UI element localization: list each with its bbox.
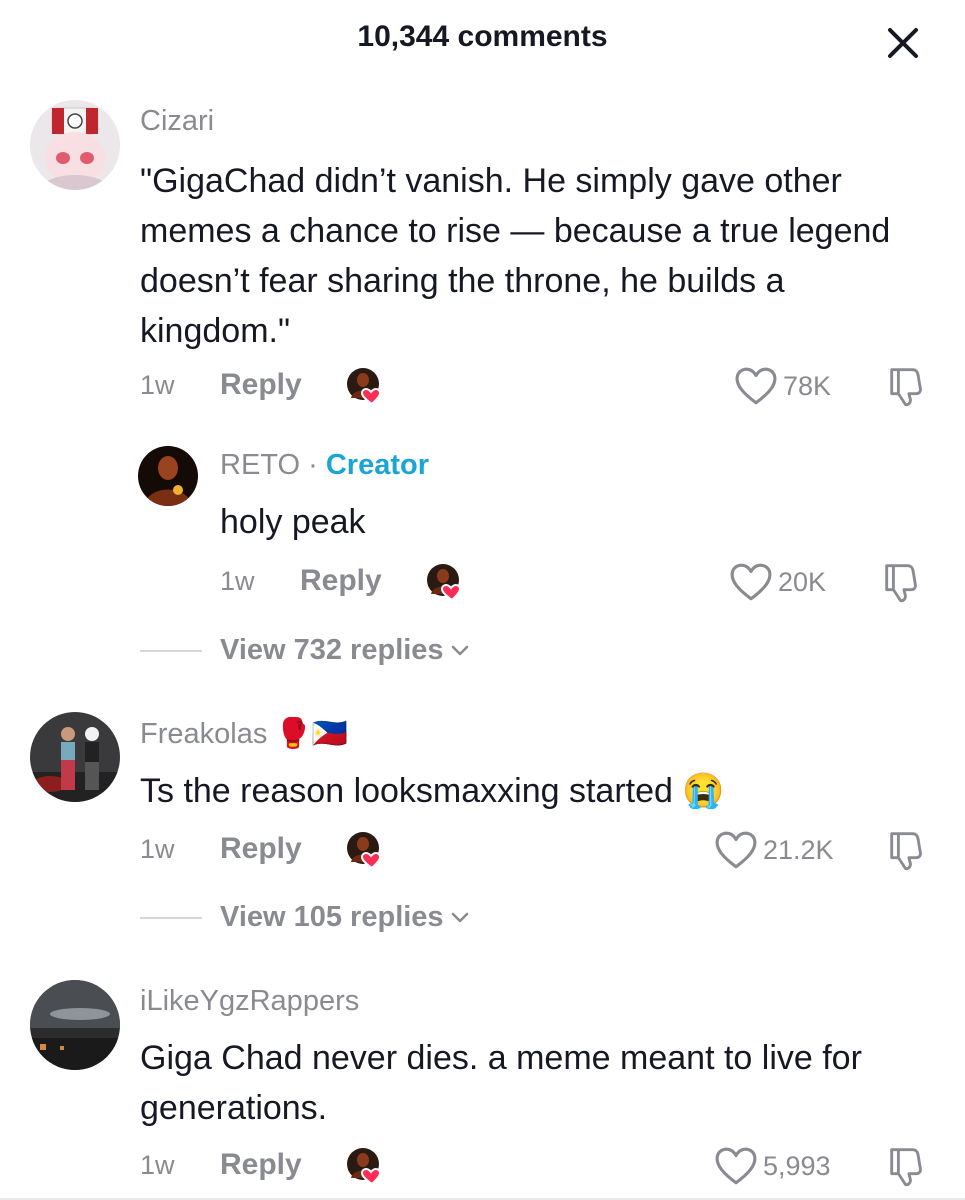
view-replies-button[interactable]: View 105 replies [140, 901, 470, 934]
reply-username[interactable]: RETO [220, 449, 300, 481]
like-count: 21.2K [763, 834, 834, 865]
like-button[interactable]: 78K [735, 366, 831, 406]
reply-button[interactable]: Reply [220, 1148, 302, 1182]
like-count: 5,993 [763, 1150, 831, 1181]
divider [140, 649, 202, 652]
comment-text: Giga Chad never dies. a meme meant to li… [140, 1039, 862, 1127]
comment-username[interactable]: Freakolas [140, 718, 267, 750]
dislike-icon[interactable] [885, 364, 929, 408]
heart-icon [715, 1147, 757, 1185]
avatar-image [30, 100, 120, 190]
view-replies-button[interactable]: View 732 replies [140, 634, 470, 667]
reply-button[interactable]: Reply [220, 832, 302, 866]
like-count: 20K [778, 566, 827, 597]
username-emojis: 🥊🇵🇭 [275, 718, 348, 750]
dislike-icon[interactable] [880, 560, 924, 604]
heart-icon [735, 367, 777, 405]
avatar-freakolas[interactable] [30, 712, 120, 802]
close-icon [888, 28, 918, 58]
avatar-image [138, 446, 198, 506]
like-count: 78K [783, 370, 832, 401]
liked-by-creator-icon [346, 831, 381, 869]
avatar-image [30, 712, 120, 802]
comment-username[interactable]: iLikeYgzRappers [140, 985, 359, 1018]
like-button[interactable]: 21.2K [715, 830, 834, 870]
divider [140, 916, 202, 919]
reply-text: holy peak [220, 503, 366, 541]
comments-count-title: 10,344 comments [357, 20, 608, 53]
dislike-icon[interactable] [885, 828, 929, 872]
liked-by-creator-icon [346, 1147, 381, 1185]
reply-button[interactable]: Reply [300, 564, 382, 598]
comment-username[interactable]: Cizari [140, 105, 214, 138]
comment-time: 1w [140, 834, 175, 864]
avatar-image [30, 980, 120, 1070]
comment-time: 1w [140, 370, 175, 400]
like-button[interactable]: 5,993 [715, 1146, 831, 1186]
reply-time: 1w [220, 566, 255, 596]
dislike-icon[interactable] [885, 1144, 929, 1188]
creator-badge: Creator [325, 449, 429, 481]
separator-dot: · [308, 449, 318, 481]
heart-icon [715, 831, 757, 869]
view-replies-label: View 105 replies [220, 901, 444, 933]
username-line: Freakolas 🥊🇵🇭 [140, 717, 348, 751]
view-replies-label: View 732 replies [220, 634, 444, 666]
avatar-reto[interactable] [138, 446, 198, 506]
comment-text: "GigaChad didn’t vanish. He simply gave … [140, 162, 891, 350]
avatar-cizari[interactable] [30, 100, 120, 190]
comment-time: 1w [140, 1150, 175, 1180]
comments-sheet: 10,344 comments Cizari "GigaChad didn’t … [0, 0, 965, 1200]
heart-icon [730, 563, 772, 601]
chevron-down-icon [451, 645, 468, 655]
reply-button[interactable]: Reply [220, 368, 302, 402]
comment-text: Ts the reason looksmaxxing started 😭 [140, 772, 725, 810]
like-button[interactable]: 20K [730, 562, 826, 602]
close-button[interactable] [880, 20, 926, 66]
avatar-ilikeygzrappers[interactable] [30, 980, 120, 1070]
liked-by-creator-icon [426, 563, 461, 601]
chevron-down-icon [451, 912, 468, 922]
reply-username-line: RETO · Creator [220, 449, 429, 482]
liked-by-creator-icon [346, 367, 381, 405]
